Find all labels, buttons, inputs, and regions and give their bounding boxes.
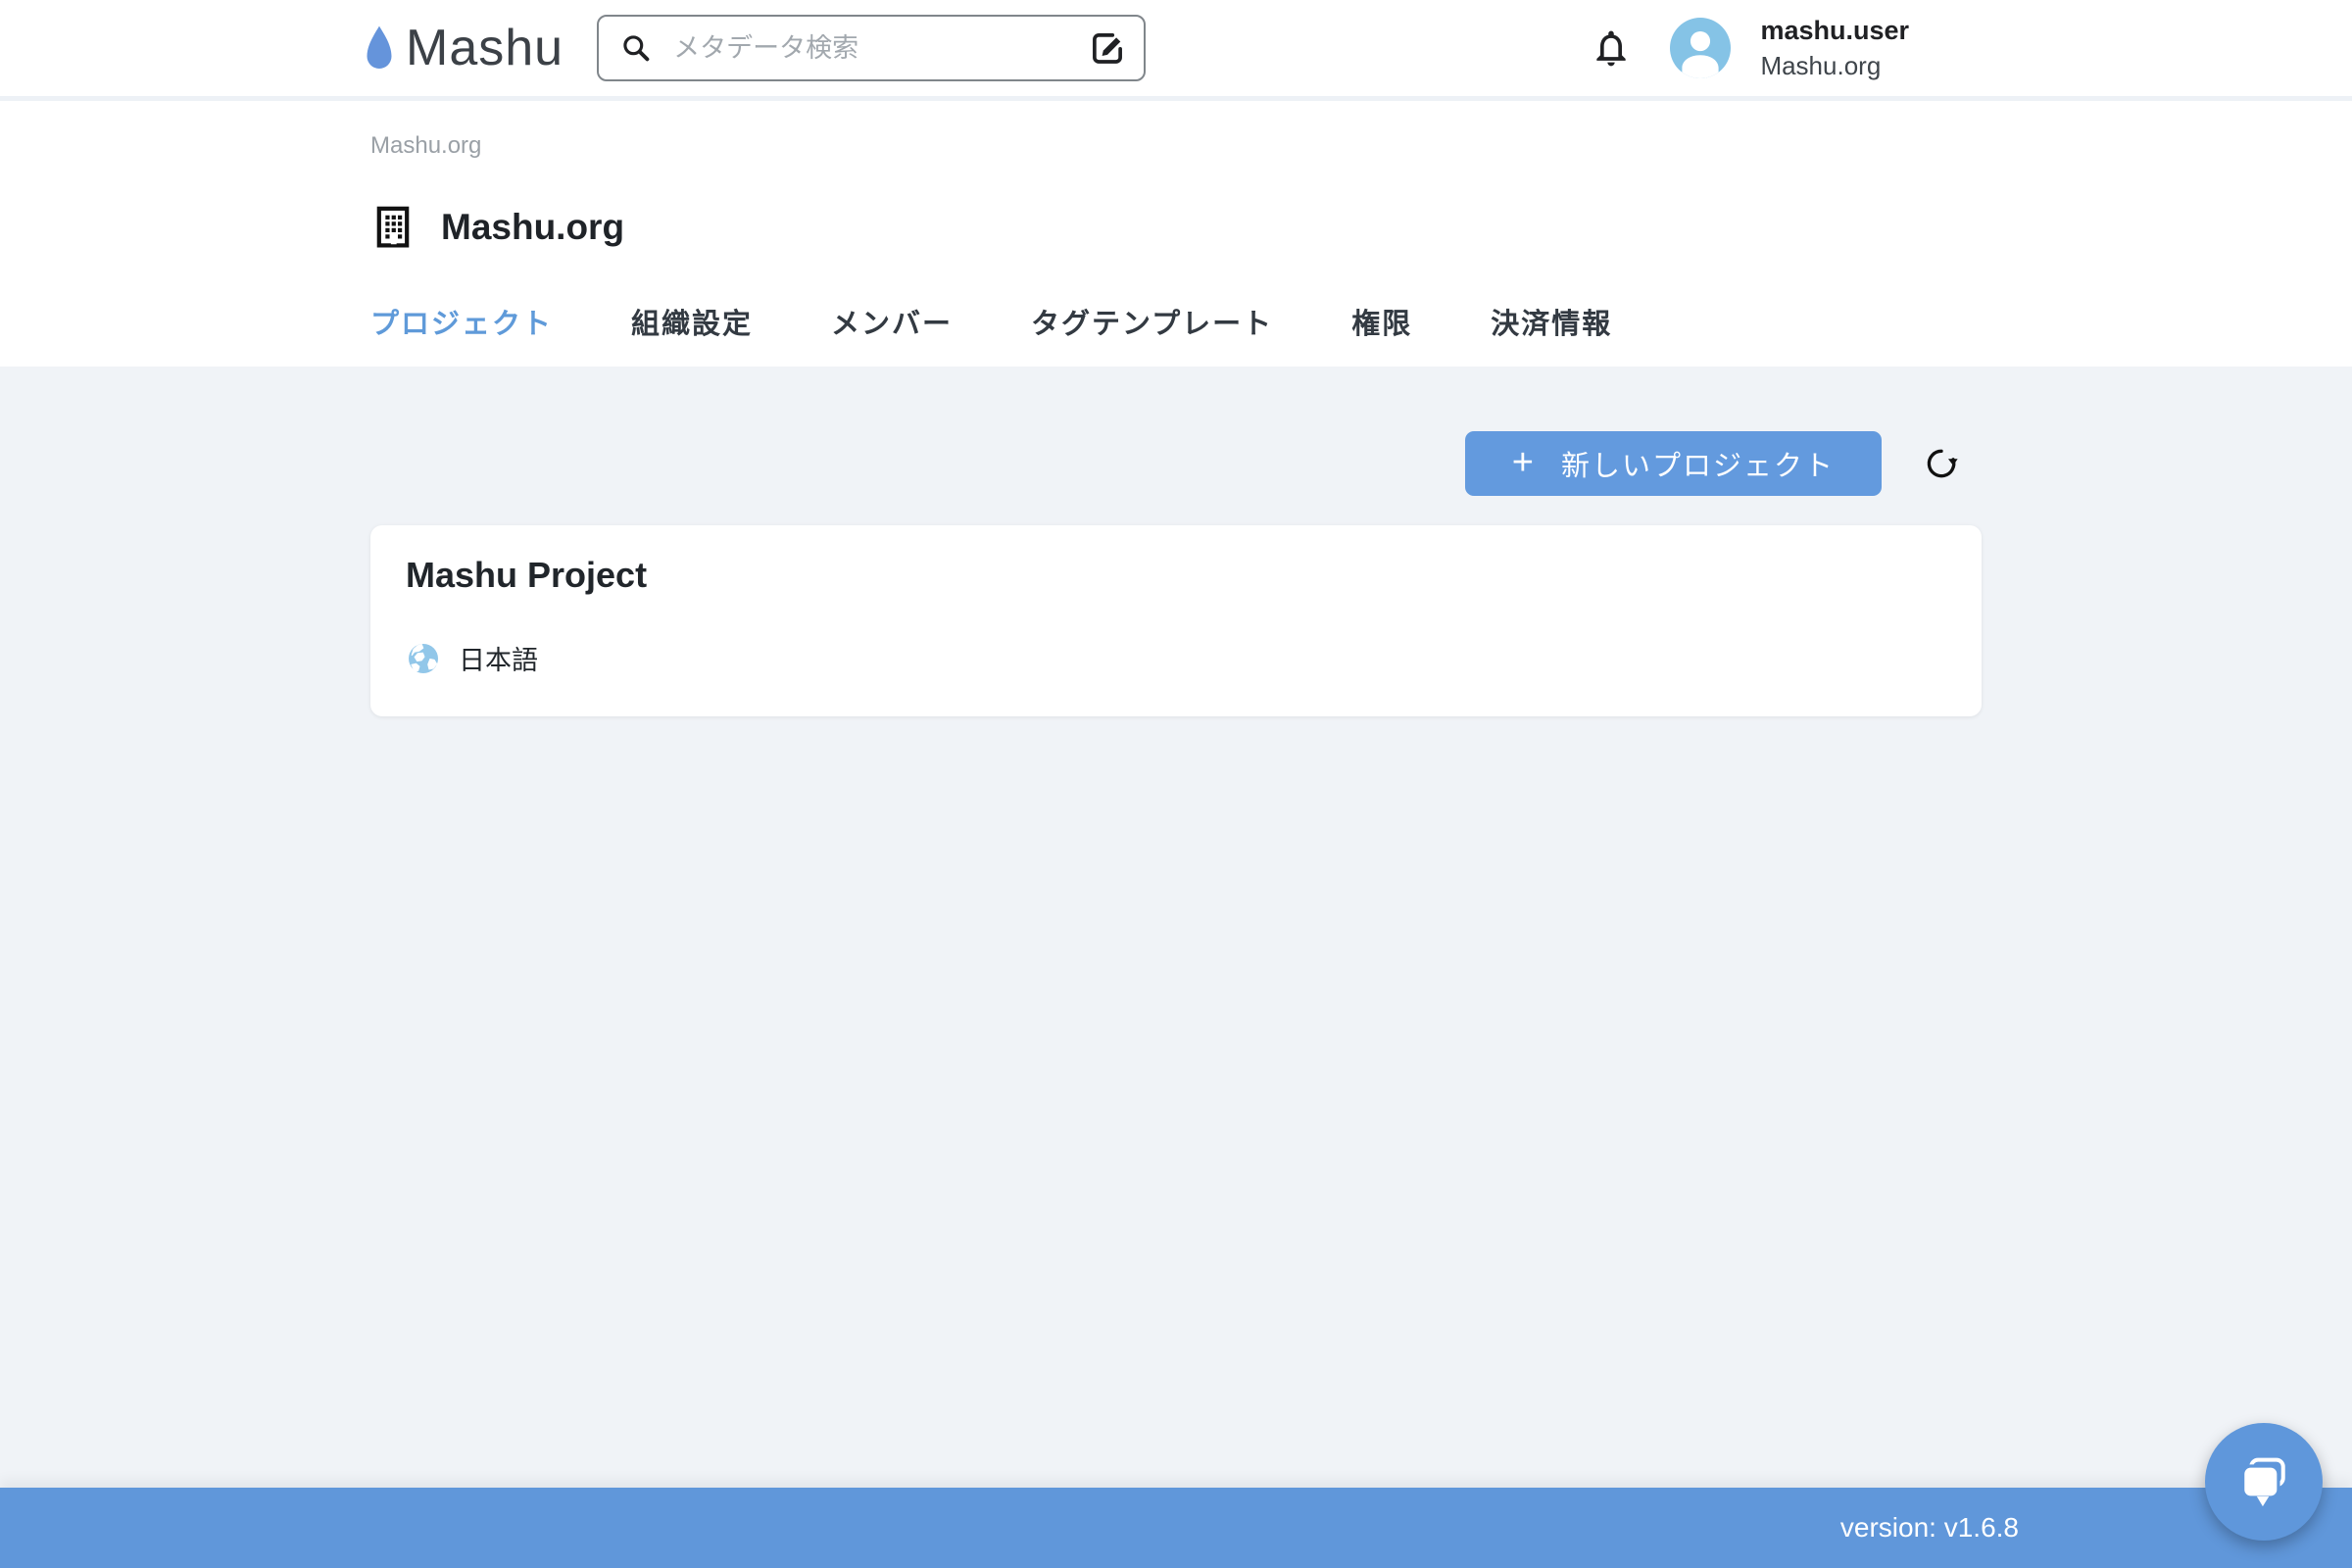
- page-head: Mashu.org Mashu.org プロジェクト 組織設定 メンバー タグテ…: [0, 101, 2352, 367]
- top-right-group: mashu.user Mashu.org: [1590, 15, 1909, 80]
- app-logo[interactable]: Mashu: [363, 23, 564, 74]
- main-content: + 新しいプロジェクト Mashu Project: [0, 367, 2352, 1488]
- title-row: Mashu.org: [370, 203, 1982, 252]
- tab-org-settings[interactable]: 組織設定: [631, 301, 753, 342]
- project-language-row: 日本語: [406, 639, 1946, 677]
- tab-permissions[interactable]: 権限: [1351, 301, 1412, 342]
- metadata-search-box[interactable]: [597, 15, 1146, 81]
- tab-billing[interactable]: 決済情報: [1491, 301, 1612, 342]
- top-bar: Mashu mashu: [0, 0, 2352, 96]
- user-name: mashu.user: [1760, 15, 1909, 46]
- new-project-button-label: 新しいプロジェクト: [1561, 443, 1835, 484]
- user-organization: Mashu.org: [1760, 51, 1909, 81]
- edit-note-icon[interactable]: [1087, 27, 1128, 69]
- logo-text: Mashu: [406, 23, 564, 74]
- actions-row: + 新しいプロジェクト: [370, 431, 1982, 496]
- version-text: version: v1.6.8: [1840, 1512, 2019, 1544]
- refresh-icon[interactable]: [1923, 445, 1960, 482]
- page-title: Mashu.org: [441, 207, 624, 248]
- tab-bar: プロジェクト 組織設定 メンバー タグテンプレート 権限 決済情報: [370, 301, 1982, 342]
- user-avatar[interactable]: [1670, 18, 1731, 78]
- globe-icon: [406, 641, 441, 676]
- chat-fab-button[interactable]: [2205, 1423, 2323, 1541]
- project-title: Mashu Project: [406, 555, 1946, 596]
- project-card[interactable]: Mashu Project 日本語: [370, 525, 1982, 716]
- search-input[interactable]: [673, 33, 1087, 64]
- notifications-bell-icon[interactable]: [1590, 26, 1633, 70]
- footer-bar: version: v1.6.8: [0, 1488, 2352, 1568]
- project-language: 日本語: [459, 639, 538, 677]
- breadcrumb[interactable]: Mashu.org: [370, 132, 1982, 160]
- water-drop-icon: [363, 24, 396, 74]
- new-project-button[interactable]: + 新しいプロジェクト: [1465, 431, 1882, 496]
- tab-projects[interactable]: プロジェクト: [370, 301, 553, 342]
- plus-icon: +: [1512, 444, 1536, 481]
- building-icon: [370, 203, 416, 252]
- tab-members[interactable]: メンバー: [831, 301, 953, 342]
- user-menu[interactable]: mashu.user Mashu.org: [1760, 15, 1909, 80]
- search-icon: [618, 30, 654, 66]
- chat-bubbles-icon: [2232, 1450, 2295, 1513]
- tab-tag-templates[interactable]: タグテンプレート: [1031, 301, 1273, 342]
